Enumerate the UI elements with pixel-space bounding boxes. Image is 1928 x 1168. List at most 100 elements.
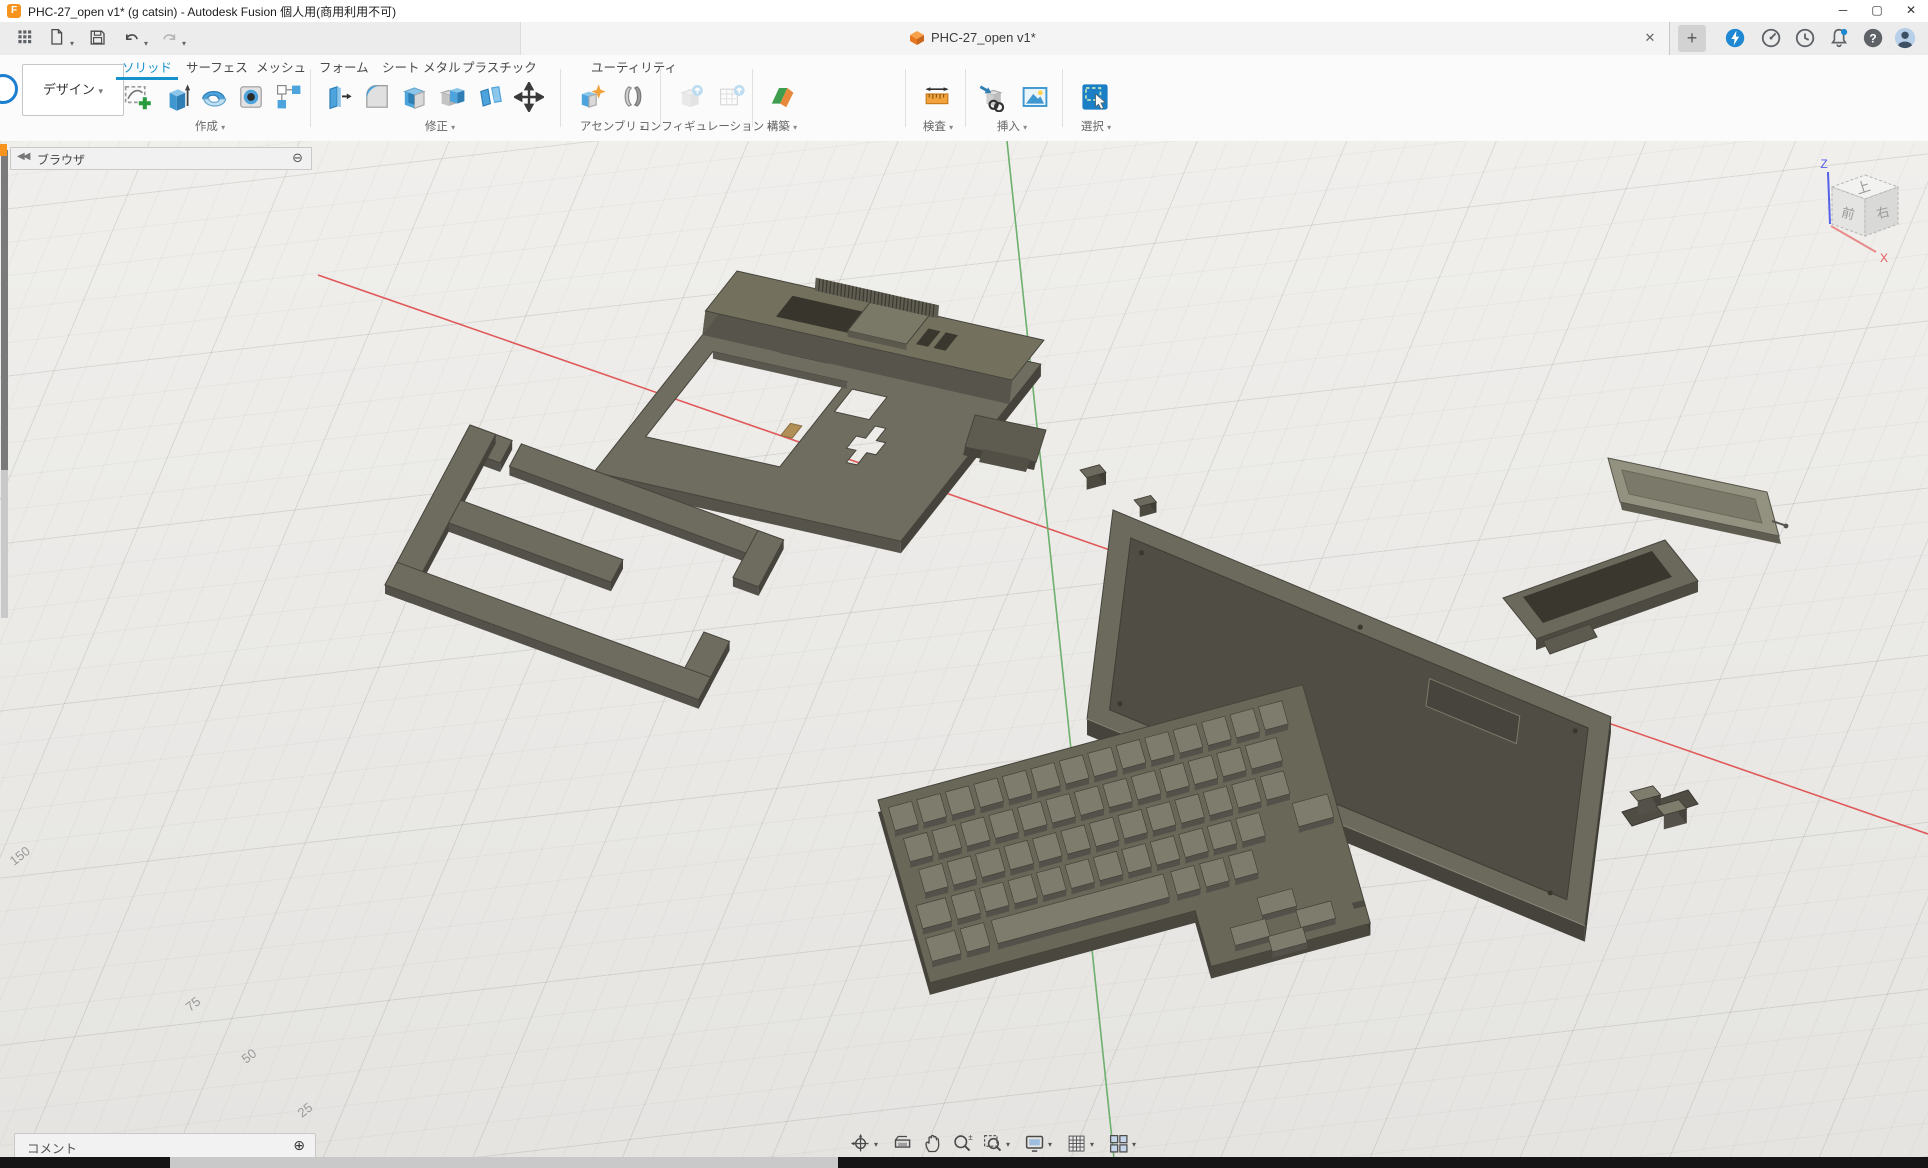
viewport-canvas[interactable]: 150755025: [0, 141, 1928, 1157]
hole-button[interactable]: [234, 78, 268, 116]
create-sketch-icon: [122, 82, 152, 112]
new-component-button[interactable]: [575, 78, 609, 116]
timeline-strip-right: [838, 1157, 1928, 1168]
ribbon-group-label[interactable]: 挿入 ▾: [997, 118, 1027, 134]
shell-button[interactable]: [398, 78, 432, 116]
browser-panel-header[interactable]: ◀◀ ブラウザ ⊖: [10, 147, 312, 170]
press-pull-button[interactable]: [322, 78, 356, 116]
ribbon-tab-7[interactable]: ユーティリティ: [591, 57, 677, 77]
look-at-button[interactable]: [890, 1130, 916, 1158]
ribbon-group-label[interactable]: アセンブリ ▾: [580, 118, 644, 134]
revolve-icon: [198, 82, 228, 112]
combine-button[interactable]: [436, 78, 470, 116]
construction-plane-button[interactable]: [765, 78, 799, 116]
move-icon: [514, 82, 544, 112]
fillet-button[interactable]: [360, 78, 394, 116]
view-cube[interactable]: 上前右ZX: [1780, 150, 1920, 280]
construction-plane-icon: [767, 82, 797, 112]
dropdown-caret-icon[interactable]: ▾: [1090, 1140, 1094, 1149]
workspace-selector[interactable]: デザイン ▾: [22, 64, 124, 116]
extensions-button[interactable]: [1724, 27, 1748, 51]
create-sketch-button[interactable]: [120, 78, 154, 116]
close-button[interactable]: ✕: [1894, 0, 1928, 22]
move-button[interactable]: [512, 78, 546, 116]
help-button[interactable]: ?: [1862, 27, 1886, 51]
svg-text:?: ?: [1869, 32, 1876, 46]
split-body-button[interactable]: [474, 78, 508, 116]
ribbon-tab-1[interactable]: ソリッド: [122, 57, 172, 77]
maximize-button[interactable]: ▢: [1860, 0, 1894, 22]
viewcube-x-axis-label: X: [1880, 251, 1888, 265]
ribbon-separator: [905, 69, 906, 127]
revolve-button[interactable]: [196, 78, 230, 116]
display-settings-button[interactable]: [1022, 1130, 1048, 1158]
ribbon-group-label[interactable]: 構築 ▾: [767, 118, 797, 134]
look-at-icon: [892, 1133, 914, 1155]
orbit-icon: [850, 1133, 872, 1155]
pattern-icon: [274, 82, 304, 112]
grid-scale-label: 50: [239, 1046, 260, 1067]
ribbon-group-label[interactable]: 作成 ▾: [195, 118, 225, 134]
combine-icon: [438, 82, 468, 112]
extrude-button[interactable]: [158, 78, 192, 116]
recent-button[interactable]: [1794, 27, 1818, 51]
dropdown-caret-icon[interactable]: ▾: [1048, 1140, 1052, 1149]
ribbon-tab-2[interactable]: サーフェス: [186, 57, 248, 77]
dropdown-caret-icon[interactable]: ▾: [1132, 1140, 1136, 1149]
ribbon-tab-3[interactable]: メッシュ: [256, 57, 306, 77]
save-icon: [88, 28, 108, 48]
account-button[interactable]: [1894, 27, 1918, 51]
ribbon-separator: [1062, 69, 1063, 127]
undo-button[interactable]: ▾: [120, 26, 144, 50]
minimize-button[interactable]: ─: [1826, 0, 1860, 22]
ribbon-tab-5[interactable]: シート メタル: [382, 57, 460, 77]
fit-button[interactable]: [980, 1130, 1006, 1158]
svg-text:±: ±: [968, 1133, 973, 1142]
ribbon-tab-6[interactable]: プラスチック: [462, 57, 537, 77]
new-tab-button[interactable]: +: [1678, 25, 1706, 52]
configure-table-button: [715, 78, 749, 116]
split-body-icon: [476, 82, 506, 112]
document-tab-close-icon[interactable]: ✕: [1641, 29, 1659, 47]
app-grid-button[interactable]: [14, 26, 38, 50]
dropdown-caret-icon[interactable]: ▾: [874, 1140, 878, 1149]
insert-image-button[interactable]: [1018, 78, 1052, 116]
redo-button[interactable]: ▾: [158, 26, 182, 50]
window-title: PHC-27_open v1* (g catsin) - Autodesk Fu…: [28, 3, 396, 20]
add-comment-icon[interactable]: ⊕: [293, 1137, 305, 1154]
press-pull-icon: [324, 82, 354, 112]
grid-settings-icon: [1066, 1133, 1088, 1155]
measure-icon: [922, 82, 952, 112]
dropdown-caret-icon[interactable]: ▾: [1006, 1140, 1010, 1149]
ribbon-group-label[interactable]: 検査 ▾: [923, 118, 953, 134]
notifications-icon: [1828, 27, 1851, 50]
file-button[interactable]: ▾: [46, 26, 70, 50]
file-icon: [48, 28, 68, 48]
browser-minimize-icon[interactable]: ⊖: [292, 150, 303, 166]
browser-scrollbar-thumb[interactable]: [1, 150, 8, 470]
notifications-button[interactable]: [1828, 27, 1852, 51]
grid-settings-button[interactable]: [1064, 1130, 1090, 1158]
ribbon-group-label[interactable]: 選択 ▾: [1081, 118, 1111, 134]
joint-button[interactable]: [616, 78, 650, 116]
document-icon: [909, 30, 925, 46]
browser-collapse-icon[interactable]: ◀◀: [17, 151, 28, 162]
fillet-icon: [362, 82, 392, 112]
select-button[interactable]: [1078, 78, 1112, 116]
orbit-button[interactable]: [848, 1130, 874, 1158]
comment-bar[interactable]: コメント ⊕: [14, 1133, 316, 1159]
ribbon-group-label[interactable]: 修正 ▾: [425, 118, 455, 134]
grid-scale-label: 150: [7, 843, 33, 868]
job-monitor-button[interactable]: [1760, 27, 1784, 51]
pattern-button[interactable]: [272, 78, 306, 116]
insert-derive-button[interactable]: [976, 78, 1010, 116]
measure-button[interactable]: [920, 78, 954, 116]
document-tab[interactable]: PHC-27_open v1* ✕: [520, 22, 1670, 55]
viewports-button[interactable]: [1106, 1130, 1132, 1158]
save-button[interactable]: [86, 26, 110, 50]
browser-scrollbar[interactable]: [1, 150, 8, 618]
zoom-button[interactable]: ±: [950, 1130, 976, 1158]
ribbon-tab-4[interactable]: フォーム: [319, 57, 369, 77]
pan-button[interactable]: [920, 1130, 946, 1158]
grid-scale-label: 75: [183, 994, 204, 1015]
